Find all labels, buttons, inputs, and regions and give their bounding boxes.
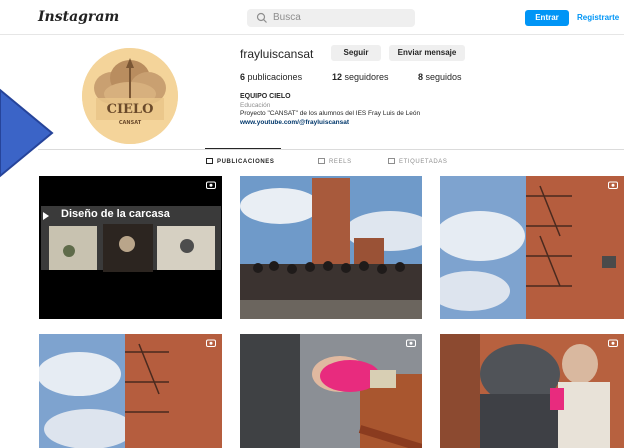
posts-count: 6 — [240, 72, 246, 82]
team-photo-image — [440, 334, 624, 448]
search-icon — [256, 12, 267, 23]
reel-badge-icon — [608, 339, 618, 347]
active-tab-indicator — [205, 148, 281, 149]
profile-bio: Proyecto "CANSAT" de los alumnos del IES… — [240, 110, 421, 117]
search-placeholder: Busca — [273, 12, 301, 23]
follow-button[interactable]: Seguir — [331, 45, 381, 61]
tab-publicaciones[interactable]: PUBLICACIONES — [206, 158, 274, 165]
tab-label: PUBLICACIONES — [217, 159, 275, 165]
followers-label: seguidores — [344, 72, 389, 82]
tab-label: REELS — [329, 159, 352, 165]
followers-count: 12 — [332, 72, 343, 82]
post-thumbnail[interactable] — [440, 176, 624, 319]
post-thumbnail[interactable] — [240, 176, 422, 319]
send-message-button[interactable]: Enviar mensaje — [389, 45, 465, 61]
tab-reels[interactable]: REELS — [318, 158, 352, 165]
reel-badge-icon — [406, 339, 416, 347]
avatar-logo-icon: CIELO CANSAT — [82, 48, 178, 144]
tagged-icon — [388, 158, 395, 164]
post-thumbnail[interactable]: Diseño de la carcasa — [39, 176, 222, 319]
post-thumbnail[interactable] — [240, 334, 422, 448]
tower-photo-image — [39, 334, 222, 448]
following-stat[interactable]: 8 seguidos — [418, 72, 462, 82]
reels-icon — [318, 158, 325, 164]
instagram-logo[interactable]: Instagram — [38, 9, 119, 25]
login-button[interactable]: Entrar — [525, 10, 569, 26]
profile-display-name: EQUIPO CIELO — [240, 93, 291, 100]
following-count: 8 — [418, 72, 424, 82]
avatar-subtitle: CANSAT — [119, 120, 142, 126]
tower-photo-image — [440, 176, 624, 319]
tab-etiquetadas[interactable]: ETIQUETADAS — [388, 158, 448, 165]
top-navigation-bar: Instagram Busca Entrar Registrarte — [0, 0, 624, 35]
posts-count-stat: 6 publicaciones — [240, 72, 302, 82]
profile-username: frayluiscansat — [240, 47, 314, 61]
reel-badge-icon — [608, 181, 618, 189]
followers-stat[interactable]: 12 seguidores — [332, 72, 389, 82]
search-box[interactable]: Busca — [247, 9, 415, 27]
launch-photo-image — [240, 334, 422, 448]
profile-category: Educación — [240, 102, 271, 109]
tabs-divider — [38, 149, 624, 150]
grid-icon — [206, 158, 213, 164]
post-thumbnail[interactable] — [39, 334, 222, 448]
profile-avatar[interactable]: CIELO CANSAT — [82, 48, 178, 144]
following-label: seguidos — [425, 72, 462, 82]
tab-label: ETIQUETADAS — [399, 159, 448, 165]
reel-caption: Diseño de la carcasa — [61, 208, 170, 220]
post-thumbnail[interactable] — [440, 334, 624, 448]
group-photo-image — [240, 176, 422, 319]
posts-label: publicaciones — [247, 72, 303, 82]
avatar-title: CIELO — [107, 102, 154, 117]
reel-badge-icon — [206, 181, 216, 189]
reel-thumbnail-image — [39, 176, 222, 319]
signup-link[interactable]: Registrarte — [577, 13, 619, 22]
profile-external-link[interactable]: www.youtube.com/@frayluiscansat — [240, 119, 349, 126]
reel-badge-icon — [206, 339, 216, 347]
